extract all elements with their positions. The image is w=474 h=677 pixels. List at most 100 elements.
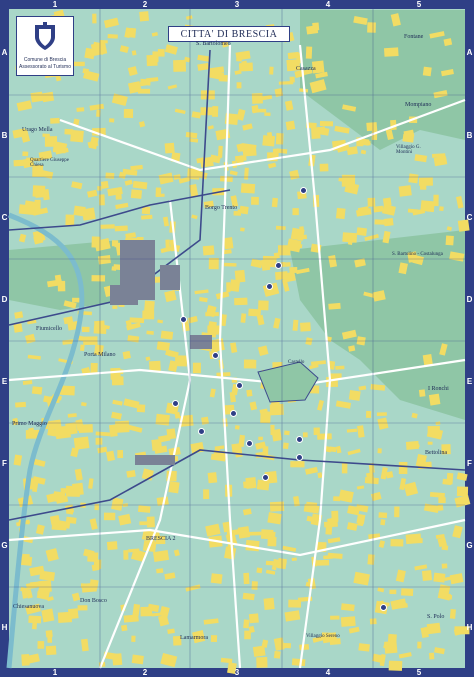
poi-pin[interactable] xyxy=(246,440,253,447)
label-brescia-2: BRESCIA 2 xyxy=(146,536,176,542)
grid-col-3-top: 3 xyxy=(234,0,240,9)
city-block xyxy=(245,477,257,489)
city-block xyxy=(208,321,217,330)
comune-logo: Comune di Brescia Assessorato al Turismo xyxy=(16,16,74,76)
city-block xyxy=(335,207,346,220)
grid-col-5-top: 5 xyxy=(416,0,422,9)
city-block xyxy=(441,563,448,569)
city-block xyxy=(437,504,444,511)
poi-pin[interactable] xyxy=(172,400,179,407)
city-block xyxy=(264,112,271,116)
grid-col-1-top: 1 xyxy=(52,0,58,9)
city-block xyxy=(428,393,441,406)
city-block xyxy=(77,437,87,446)
city-block xyxy=(246,389,253,397)
city-block xyxy=(146,516,155,528)
city-block xyxy=(122,350,131,360)
city-block xyxy=(91,275,106,282)
poi-pin[interactable] xyxy=(230,410,237,417)
city-block xyxy=(405,533,422,545)
city-block xyxy=(376,412,387,416)
city-block xyxy=(300,322,311,332)
city-block xyxy=(248,613,259,624)
city-block xyxy=(70,129,84,143)
grid-row-a-right: A xyxy=(466,48,473,57)
poi-pin[interactable] xyxy=(296,436,303,443)
city-block xyxy=(273,650,281,659)
city-block xyxy=(374,219,388,225)
city-block xyxy=(65,516,77,524)
grid-col-5-bottom: 5 xyxy=(416,668,422,677)
city-block xyxy=(223,237,234,250)
city-block xyxy=(144,300,155,312)
city-block xyxy=(121,624,128,632)
city-block xyxy=(211,106,219,117)
grid-row-e-left: E xyxy=(1,377,8,386)
city-block xyxy=(201,416,209,425)
poi-pin[interactable] xyxy=(266,283,273,290)
city-block xyxy=(252,645,266,657)
poi-pin[interactable] xyxy=(300,187,307,194)
city-block xyxy=(256,657,268,668)
city-block xyxy=(251,581,258,590)
city-block xyxy=(426,622,441,635)
city-block xyxy=(45,645,57,656)
city-block xyxy=(100,224,115,229)
poi-pin[interactable] xyxy=(180,316,187,323)
city-block xyxy=(234,425,240,430)
city-block xyxy=(24,200,36,212)
city-block xyxy=(262,135,276,147)
grid-col-1-bottom: 1 xyxy=(52,668,58,677)
poi-pin[interactable] xyxy=(198,428,205,435)
poi-pin[interactable] xyxy=(275,262,282,269)
poi-pin[interactable] xyxy=(262,474,269,481)
city-block xyxy=(285,262,291,267)
city-block xyxy=(129,317,145,324)
city-block xyxy=(284,430,290,436)
city-block xyxy=(207,472,218,484)
city-block xyxy=(224,546,237,560)
poi-pin[interactable] xyxy=(236,382,243,389)
city-block xyxy=(173,59,187,72)
city-block xyxy=(275,133,284,145)
city-block xyxy=(123,550,129,560)
poi-pin[interactable] xyxy=(212,352,219,359)
grid-row-d-right: D xyxy=(466,295,473,304)
city-block xyxy=(203,489,210,500)
grid-col-4-top: 4 xyxy=(325,0,331,9)
city-block xyxy=(328,302,341,310)
poi-pin[interactable] xyxy=(380,604,387,611)
city-block xyxy=(427,425,440,436)
city-block xyxy=(292,208,299,216)
city-block xyxy=(341,462,348,474)
grid-col-2-bottom: 2 xyxy=(142,668,148,677)
city-block xyxy=(348,390,361,401)
city-block xyxy=(48,419,62,431)
poi-pin[interactable] xyxy=(296,454,303,461)
city-block xyxy=(94,320,105,328)
city-block xyxy=(340,616,356,627)
city-block xyxy=(251,196,259,205)
city-map[interactable] xyxy=(0,0,474,677)
label-lamarmora: Lamarmora xyxy=(180,635,208,641)
city-block xyxy=(251,92,263,104)
grid-row-c-right: C xyxy=(466,213,473,222)
city-block xyxy=(422,66,432,77)
city-block xyxy=(388,660,403,671)
grid-row-f-right: F xyxy=(467,459,472,468)
city-block xyxy=(367,554,375,565)
city-block xyxy=(77,605,88,611)
city-block xyxy=(139,11,150,22)
city-block xyxy=(91,41,106,55)
city-block xyxy=(91,563,100,572)
city-block xyxy=(115,420,130,433)
grid-row-g-left: G xyxy=(1,541,8,550)
city-block xyxy=(258,436,263,441)
city-block xyxy=(103,512,116,521)
city-block xyxy=(130,189,143,199)
city-block xyxy=(438,497,446,504)
city-block xyxy=(192,362,201,374)
city-block xyxy=(136,404,146,413)
city-block xyxy=(109,118,115,123)
city-block xyxy=(313,427,320,435)
